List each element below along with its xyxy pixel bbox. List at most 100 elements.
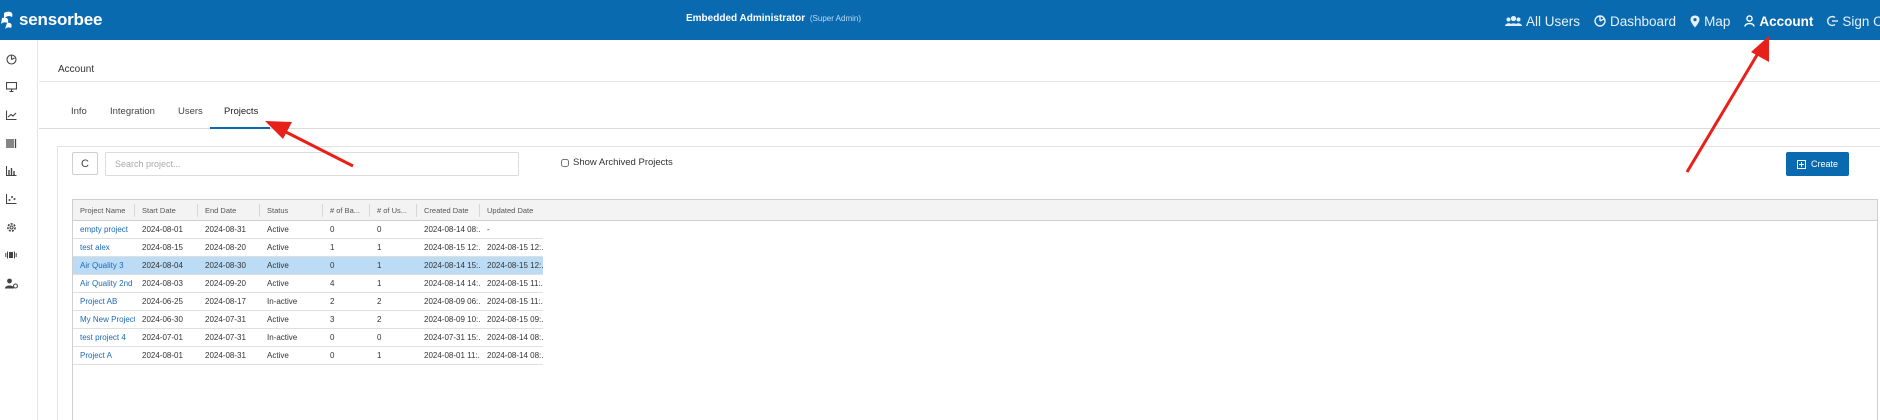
column-header-users[interactable]: # of Us... xyxy=(370,200,417,221)
cell-project-name[interactable]: Air Quality 2nd ... xyxy=(73,275,135,292)
cell-bases: 0 xyxy=(330,261,335,270)
nav-sign-out-label: Sign O xyxy=(1842,13,1880,29)
column-header-end-date[interactable]: End Date xyxy=(198,200,260,221)
column-header-bases[interactable]: # of Ba... xyxy=(323,200,370,221)
table-row[interactable]: Project AB 2024-06-25 2024-08-17 In-active 2… xyxy=(73,293,543,311)
nav-dashboard[interactable]: Dashboard xyxy=(1594,14,1676,29)
nav-all-users[interactable]: All Users xyxy=(1505,14,1580,29)
cell-created-date: 2024-08-09 06:... xyxy=(424,297,480,306)
column-header-updated-date[interactable]: Updated Date xyxy=(480,200,543,221)
cell-project-name[interactable]: test alex xyxy=(73,239,135,256)
cell-created-date: 2024-08-15 12:... xyxy=(424,243,480,252)
add-box-icon xyxy=(1796,159,1806,169)
cell-start-date: 2024-08-03 xyxy=(142,279,183,288)
table-header: Project Name Start Date End Date Status … xyxy=(73,200,1877,221)
refresh-icon: C xyxy=(81,157,89,170)
nav-map[interactable]: Map xyxy=(1690,14,1730,29)
cell-project-name[interactable]: empty project xyxy=(73,221,135,238)
cell-project-name[interactable]: Air Quality 3 xyxy=(73,257,135,274)
cell-start-date: 2024-07-01 xyxy=(142,333,183,342)
bar-chart-icon[interactable] xyxy=(4,164,18,178)
nav-map-label: Map xyxy=(1704,13,1731,29)
users-icon xyxy=(1505,15,1522,26)
cell-users: 1 xyxy=(377,261,382,270)
table-row[interactable]: test project 4 2024-07-01 2024-07-31 In-act… xyxy=(73,329,543,347)
tab-integration[interactable]: Integration xyxy=(110,106,155,117)
cell-bases: 0 xyxy=(330,225,335,234)
gear-icon[interactable] xyxy=(4,220,18,234)
show-archived-checkbox[interactable] xyxy=(561,158,569,167)
cell-project-name[interactable]: My New Project xyxy=(73,311,135,328)
cell-bases: 1 xyxy=(330,243,335,252)
dashboard-icon[interactable] xyxy=(4,52,18,66)
bee-logo-icon xyxy=(0,9,18,31)
nav-sign-out[interactable]: Sign O xyxy=(1827,14,1880,29)
cell-bases: 3 xyxy=(330,315,335,324)
cell-bases: 2 xyxy=(330,297,335,306)
admin-role: (Super Admin) xyxy=(809,14,862,23)
column-header-project-name[interactable]: Project Name xyxy=(73,200,135,221)
tab-projects[interactable]: Projects xyxy=(224,106,258,117)
nav-account-label: Account xyxy=(1759,13,1814,29)
cell-project-name[interactable]: Project AB xyxy=(73,293,135,310)
cell-updated-date: 2024-08-14 08:... xyxy=(487,333,543,342)
column-header-created-date[interactable]: Created Date xyxy=(417,200,480,221)
column-header-status[interactable]: Status xyxy=(260,200,323,221)
column-header-start-date[interactable]: Start Date xyxy=(135,200,198,221)
sign-out-icon xyxy=(1827,15,1839,27)
table-row[interactable]: Air Quality 2nd ... 2024-08-03 2024-09-20 A… xyxy=(73,275,543,293)
brand-logo[interactable]: sensorbee xyxy=(0,8,102,32)
table-row[interactable]: My New Project 2024-06-30 2024-07-31 Active… xyxy=(73,311,543,329)
user-settings-icon[interactable] xyxy=(4,276,18,290)
line-chart-icon[interactable] xyxy=(4,108,18,122)
brand-name: sensorbee xyxy=(19,10,103,29)
barcode-icon[interactable] xyxy=(4,136,18,150)
cell-status: Active xyxy=(267,225,289,234)
create-project-button[interactable]: Create xyxy=(1786,152,1849,176)
cell-project-name[interactable]: test project 4 xyxy=(73,329,135,346)
cell-created-date: 2024-08-14 14:... xyxy=(424,279,480,288)
search-input[interactable] xyxy=(105,152,519,176)
cell-status: Active xyxy=(267,261,289,270)
nav-account[interactable]: Account xyxy=(1744,14,1813,29)
cell-users: 1 xyxy=(377,279,382,288)
cell-updated-date: 2024-08-15 12:... xyxy=(487,261,543,270)
cell-users: 2 xyxy=(377,297,382,306)
cell-start-date: 2024-08-01 xyxy=(142,225,183,234)
cell-updated-date: 2024-08-15 11:... xyxy=(487,297,543,306)
cell-status: Active xyxy=(267,279,289,288)
cell-status: In-active xyxy=(267,333,298,342)
show-archived-label: Show Archived Projects xyxy=(573,157,673,168)
show-archived-toggle[interactable]: Show Archived Projects xyxy=(561,157,673,168)
cell-project-name[interactable]: Project A xyxy=(73,347,135,364)
cell-bases: 0 xyxy=(330,333,335,342)
cell-created-date: 2024-07-31 15:... xyxy=(424,333,480,342)
monitor-icon[interactable] xyxy=(4,80,18,94)
cell-start-date: 2024-06-25 xyxy=(142,297,183,306)
cell-status: Active xyxy=(267,315,289,324)
table-row[interactable]: Project A 2024-08-01 2024-08-31 Active 0 1 202… xyxy=(73,347,543,365)
scatter-chart-icon[interactable] xyxy=(4,192,18,206)
top-nav: All Users Dashboard Map Account Sign O xyxy=(1505,11,1880,31)
cell-bases: 0 xyxy=(330,351,335,360)
active-tab-indicator xyxy=(210,127,270,129)
table-row[interactable]: test alex 2024-08-15 2024-08-20 Active 1 1 202… xyxy=(73,239,543,257)
cell-updated-date: - xyxy=(487,225,490,234)
cell-created-date: 2024-08-14 15:... xyxy=(424,261,480,270)
create-project-label: Create xyxy=(1810,159,1838,169)
cell-users: 1 xyxy=(377,351,382,360)
cell-start-date: 2024-08-01 xyxy=(142,351,183,360)
cell-created-date: 2024-08-09 10:... xyxy=(424,315,480,324)
sensor-icon[interactable] xyxy=(4,248,18,262)
refresh-button[interactable]: C xyxy=(72,152,98,175)
cell-end-date: 2024-08-30 xyxy=(205,261,246,270)
table-row[interactable]: Air Quality 3 2024-08-04 2024-08-30 Active 0… xyxy=(73,257,543,275)
cell-users: 0 xyxy=(377,225,382,234)
cell-users: 2 xyxy=(377,315,382,324)
cell-updated-date: 2024-08-15 12:... xyxy=(487,243,543,252)
table-row[interactable]: empty project 2024-08-01 2024-08-31 Active 0… xyxy=(73,221,543,239)
cell-created-date: 2024-08-01 11:... xyxy=(424,351,480,360)
nav-dashboard-label: Dashboard xyxy=(1610,13,1677,29)
tab-users[interactable]: Users xyxy=(178,106,203,117)
tab-info[interactable]: Info xyxy=(71,106,87,117)
